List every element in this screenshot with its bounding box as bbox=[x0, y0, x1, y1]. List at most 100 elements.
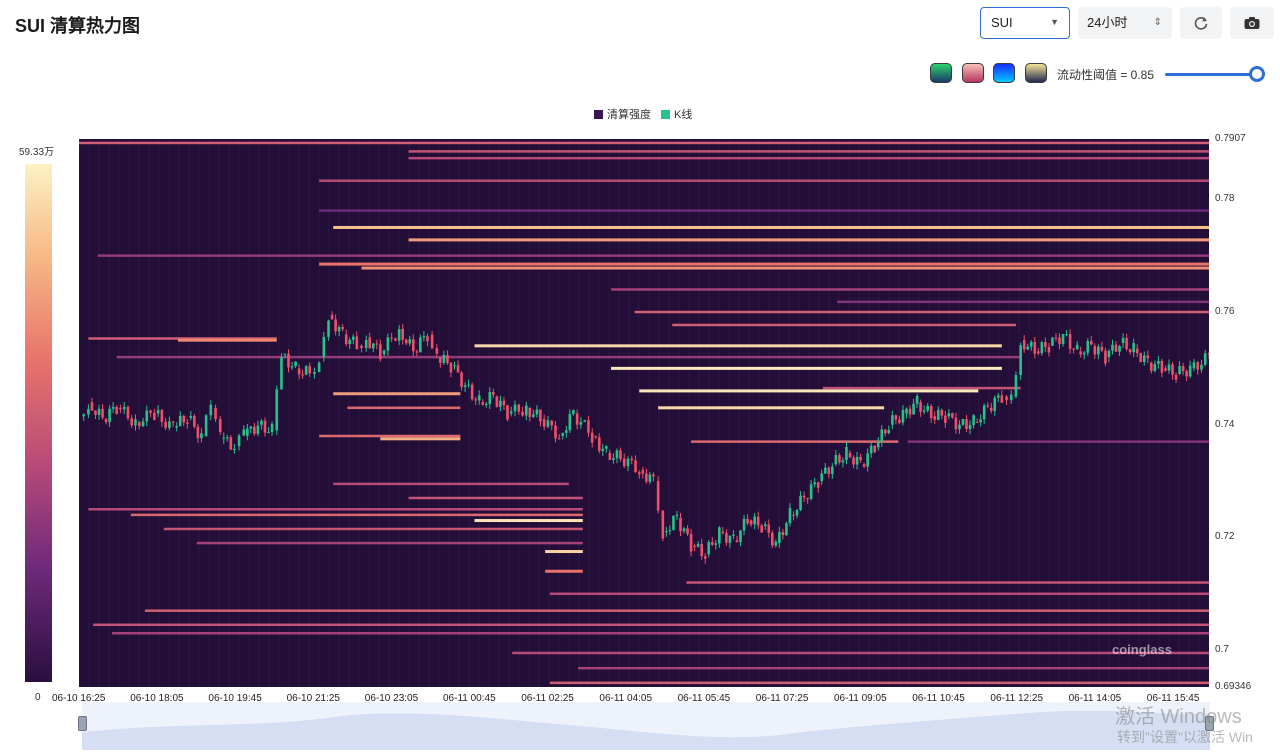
candle-body bbox=[725, 533, 728, 543]
candle-body bbox=[648, 474, 652, 482]
candle-body bbox=[732, 534, 735, 536]
candle-body bbox=[728, 535, 732, 543]
screenshot-button[interactable] bbox=[1230, 7, 1274, 39]
navigator-left-handle[interactable] bbox=[78, 716, 87, 731]
legend-item-intensity[interactable]: 清算强度 bbox=[594, 106, 651, 122]
candle-body bbox=[594, 435, 598, 438]
candle-body bbox=[1061, 334, 1065, 345]
candle-body bbox=[1139, 353, 1143, 362]
candle-body bbox=[554, 425, 557, 439]
liquidation-band bbox=[691, 440, 899, 443]
liquidation-band bbox=[408, 238, 1209, 242]
candle-body bbox=[1051, 337, 1054, 346]
candle-body bbox=[1150, 362, 1153, 371]
candle-body bbox=[449, 362, 453, 373]
candle-body bbox=[115, 406, 118, 415]
palette-blue-button[interactable] bbox=[993, 63, 1015, 83]
candle-body bbox=[470, 384, 474, 400]
y-tick-label: 0.74 bbox=[1215, 418, 1235, 430]
candle-body bbox=[456, 365, 460, 373]
liquidation-band bbox=[658, 406, 885, 410]
liquidation-band bbox=[512, 651, 1209, 655]
liquidation-band bbox=[130, 513, 583, 517]
candle-body bbox=[608, 452, 612, 460]
candle-body bbox=[898, 419, 901, 423]
palette-gray-button[interactable] bbox=[1025, 63, 1047, 83]
legend-swatch-kline bbox=[661, 109, 670, 119]
slider-knob[interactable] bbox=[1249, 66, 1265, 82]
time-navigator[interactable] bbox=[82, 702, 1210, 750]
liquidity-threshold-slider[interactable] bbox=[1165, 73, 1257, 76]
chart-legend: 清算强度 K线 bbox=[594, 106, 692, 122]
candle-body bbox=[908, 408, 912, 415]
candle-body bbox=[532, 414, 535, 417]
candle-body bbox=[1097, 346, 1100, 355]
candle-body bbox=[411, 339, 415, 352]
candle-body bbox=[1072, 348, 1075, 350]
candle-body bbox=[753, 516, 756, 525]
candle-body bbox=[827, 467, 831, 475]
candle-body bbox=[834, 455, 838, 465]
candle-body bbox=[233, 448, 236, 450]
candle-body bbox=[90, 402, 94, 411]
candle-body bbox=[806, 497, 809, 500]
y-tick-label: 0.7 bbox=[1215, 644, 1229, 656]
candle-body bbox=[1086, 341, 1090, 353]
candle-body bbox=[714, 543, 718, 545]
candle-body bbox=[467, 384, 470, 386]
candle-body bbox=[1093, 345, 1097, 355]
candle-body bbox=[463, 385, 467, 387]
candle-body bbox=[535, 409, 539, 415]
candle-body bbox=[327, 320, 330, 338]
candle-body bbox=[317, 362, 321, 373]
candle-body bbox=[108, 408, 111, 423]
candle-body bbox=[1192, 362, 1196, 369]
candle-body bbox=[263, 420, 267, 433]
time-range-select[interactable]: 24小时 ⇕ bbox=[1078, 7, 1172, 39]
palette-pink-button[interactable] bbox=[962, 63, 984, 83]
candle-body bbox=[517, 404, 521, 412]
coin-select[interactable]: SUI ▼ bbox=[980, 7, 1070, 39]
candle-body bbox=[841, 460, 845, 463]
candle-body bbox=[290, 366, 294, 368]
candle-body bbox=[355, 336, 359, 350]
palette-green-button[interactable] bbox=[930, 63, 952, 83]
liquidation-band bbox=[837, 300, 1209, 304]
candle-body bbox=[153, 412, 156, 420]
candle-body bbox=[788, 508, 792, 524]
legend-item-kline[interactable]: K线 bbox=[661, 106, 692, 122]
liquidation-band bbox=[116, 355, 1021, 359]
candle-body bbox=[1207, 353, 1209, 355]
candle-body bbox=[975, 421, 979, 423]
candle-body bbox=[557, 438, 561, 440]
candle-body bbox=[542, 419, 546, 427]
coin-select-value: SUI bbox=[991, 15, 1013, 30]
liquidation-band bbox=[578, 666, 1209, 670]
candle-body bbox=[334, 319, 337, 332]
candle-body bbox=[502, 400, 506, 406]
candle-body bbox=[506, 405, 509, 420]
candle-body bbox=[1054, 337, 1058, 339]
candle-body bbox=[145, 410, 149, 422]
candle-body bbox=[619, 450, 622, 460]
liquidation-band bbox=[177, 338, 277, 342]
candle-body bbox=[675, 514, 679, 516]
navigator-sparkline bbox=[82, 710, 1210, 750]
candle-body bbox=[1200, 364, 1203, 370]
candle-body bbox=[1005, 396, 1008, 401]
candle-body bbox=[605, 446, 608, 449]
candle-body bbox=[193, 415, 196, 427]
candle-body bbox=[1022, 340, 1026, 350]
candle-body bbox=[337, 326, 341, 332]
candle-body bbox=[539, 409, 542, 422]
candle-body bbox=[222, 437, 226, 439]
candle-body bbox=[442, 354, 446, 363]
candle-body bbox=[408, 339, 412, 344]
time-range-value: 24小时 bbox=[1087, 15, 1128, 30]
candle-body bbox=[253, 426, 256, 434]
candle-body bbox=[492, 392, 495, 395]
candle-body bbox=[1128, 349, 1132, 353]
candle-body bbox=[189, 415, 193, 418]
refresh-button[interactable] bbox=[1180, 7, 1222, 39]
candle-body bbox=[397, 329, 401, 341]
